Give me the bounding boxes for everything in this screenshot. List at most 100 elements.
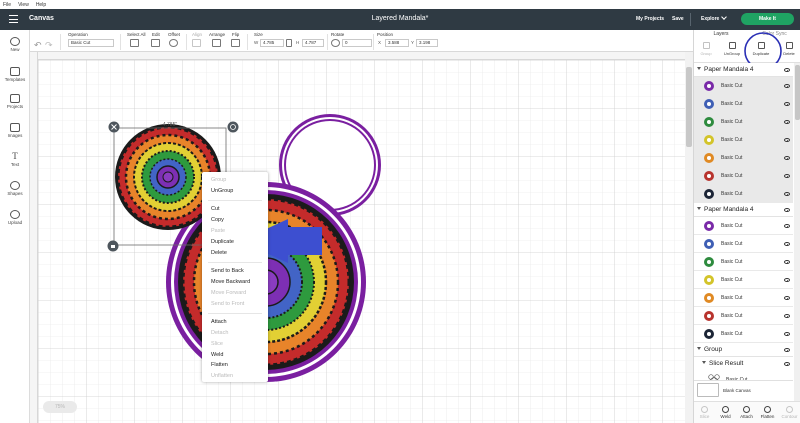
layer-row[interactable]: Basic Cut [694,77,793,95]
close-selection-icon[interactable] [108,121,120,133]
make-it-button[interactable]: Make It [741,13,794,25]
layer-swatch[interactable] [704,189,714,199]
sidebar-shapes[interactable]: Shapes [0,181,30,196]
ctx-group[interactable]: Group [211,177,226,183]
tab-layers[interactable]: Layers [694,30,748,38]
layer-swatch[interactable] [704,311,714,321]
eye-icon[interactable] [784,362,790,366]
eye-icon[interactable] [784,332,790,336]
flip-icon[interactable] [231,39,240,47]
ctx-move-backward[interactable]: Move Backward [211,279,250,285]
width-input[interactable]: 4.785 [260,39,284,47]
rotate-handle-icon[interactable] [227,121,239,133]
blank-canvas-swatch[interactable] [697,383,719,397]
menu-file[interactable]: File [3,2,11,8]
eye-icon[interactable] [784,314,790,318]
layer-group-header[interactable]: Group [694,343,793,357]
layer-swatch[interactable] [704,81,714,91]
layer-swatch[interactable] [704,275,714,285]
eye-icon[interactable] [784,224,790,228]
eye-icon[interactable] [784,192,790,196]
layer-row[interactable]: Basic Cut [694,167,793,185]
layer-row[interactable]: Basic Cut [694,113,793,131]
lock-icon[interactable] [286,39,292,47]
height-input[interactable]: 4.787 [302,39,324,47]
layer-swatch[interactable] [704,239,714,249]
ctx-flatten[interactable]: Flatten [211,362,228,368]
ctx-delete[interactable]: Delete [211,250,227,256]
layer-row[interactable]: Basic Cut [694,131,793,149]
eye-icon[interactable] [784,156,790,160]
sidebar-templates[interactable]: Templates [0,67,30,82]
layer-row[interactable]: Basic Cut [694,271,793,289]
attach-button[interactable]: Attach [736,406,757,419]
ctx-slice[interactable]: Slice [211,341,223,347]
menu-view[interactable]: View [18,2,29,8]
eye-icon[interactable] [784,260,790,264]
canvas-scrollbar[interactable] [685,52,693,423]
layer-group-header[interactable]: Paper Mandala 4 [694,203,793,217]
layer-subgroup-header[interactable]: Slice Result [694,357,793,371]
eye-icon[interactable] [784,174,790,178]
x-input[interactable]: 3.588 [385,39,409,47]
layer-swatch[interactable] [704,221,714,231]
edit-icon[interactable] [151,39,160,47]
layer-swatch[interactable] [704,171,714,181]
layer-swatch[interactable] [704,293,714,303]
layer-row[interactable]: Basic Cut [694,185,793,203]
layer-row[interactable]: Basic Cut [694,253,793,271]
ctx-detach[interactable]: Detach [211,330,228,336]
sidebar-new[interactable]: New [0,37,30,52]
y-input[interactable]: 3.198 [416,39,438,47]
ctx-paste[interactable]: Paste [211,228,225,234]
ungroup-button[interactable]: UnGroup [720,42,744,56]
zoom-control[interactable]: 75% [43,401,77,413]
save-link[interactable]: Save [672,16,684,22]
ctx-move-forward[interactable]: Move Forward [211,290,246,296]
layer-row[interactable]: Basic Cut [694,325,793,343]
layer-row[interactable]: Basic Cut [694,307,793,325]
eye-icon[interactable] [784,120,790,124]
ctx-duplicate[interactable]: Duplicate [211,239,234,245]
sidebar-projects[interactable]: Projects [0,94,30,109]
flatten-button[interactable]: Flatten [757,406,778,419]
operation-select[interactable]: Basic Cut [68,39,114,47]
eye-icon[interactable] [784,348,790,352]
eye-icon[interactable] [784,208,790,212]
eye-icon[interactable] [784,102,790,106]
layer-row[interactable]: Basic Cut [694,217,793,235]
layer-row[interactable]: Basic Cut [694,149,793,167]
layers-scrollbar[interactable] [794,63,800,413]
blank-canvas-row[interactable]: Blank Canvas [694,380,793,398]
eye-icon[interactable] [784,278,790,282]
layer-swatch[interactable] [704,135,714,145]
menu-help[interactable]: Help [36,2,46,8]
design-canvas[interactable]: 4.785" [30,52,693,423]
ctx-copy[interactable]: Copy [211,217,224,223]
layer-swatch[interactable] [704,257,714,267]
layers-scrollbar-thumb[interactable] [795,65,800,120]
layer-group-header[interactable]: Paper Mandala 4 [694,63,793,77]
offset-icon[interactable] [169,39,178,47]
undo-icon[interactable]: ↶ [34,40,42,51]
weld-button[interactable]: Weld [715,406,736,419]
layer-row[interactable]: Basic Cut [694,95,793,113]
canvas-scrollbar-thumb[interactable] [686,67,692,147]
sidebar-images[interactable]: Images [0,123,30,138]
layer-swatch[interactable] [704,153,714,163]
my-projects-link[interactable]: My Projects [636,16,664,22]
redo-icon[interactable]: ↷ [45,40,53,51]
ctx-ungroup[interactable]: UnGroup [211,188,233,194]
ctx-cut[interactable]: Cut [211,206,220,212]
select-all-icon[interactable] [130,39,139,47]
ctx-attach[interactable]: Attach [211,319,227,325]
arrange-icon[interactable] [212,39,221,47]
ctx-weld[interactable]: Weld [211,352,223,358]
eye-icon[interactable] [784,68,790,72]
sidebar-upload[interactable]: Upload [0,210,30,225]
eye-icon[interactable] [784,84,790,88]
lock-handle-icon[interactable] [107,240,119,252]
align-icon[interactable] [192,39,201,47]
layer-swatch[interactable] [704,329,714,339]
rotate-input[interactable]: 0 [342,39,372,47]
